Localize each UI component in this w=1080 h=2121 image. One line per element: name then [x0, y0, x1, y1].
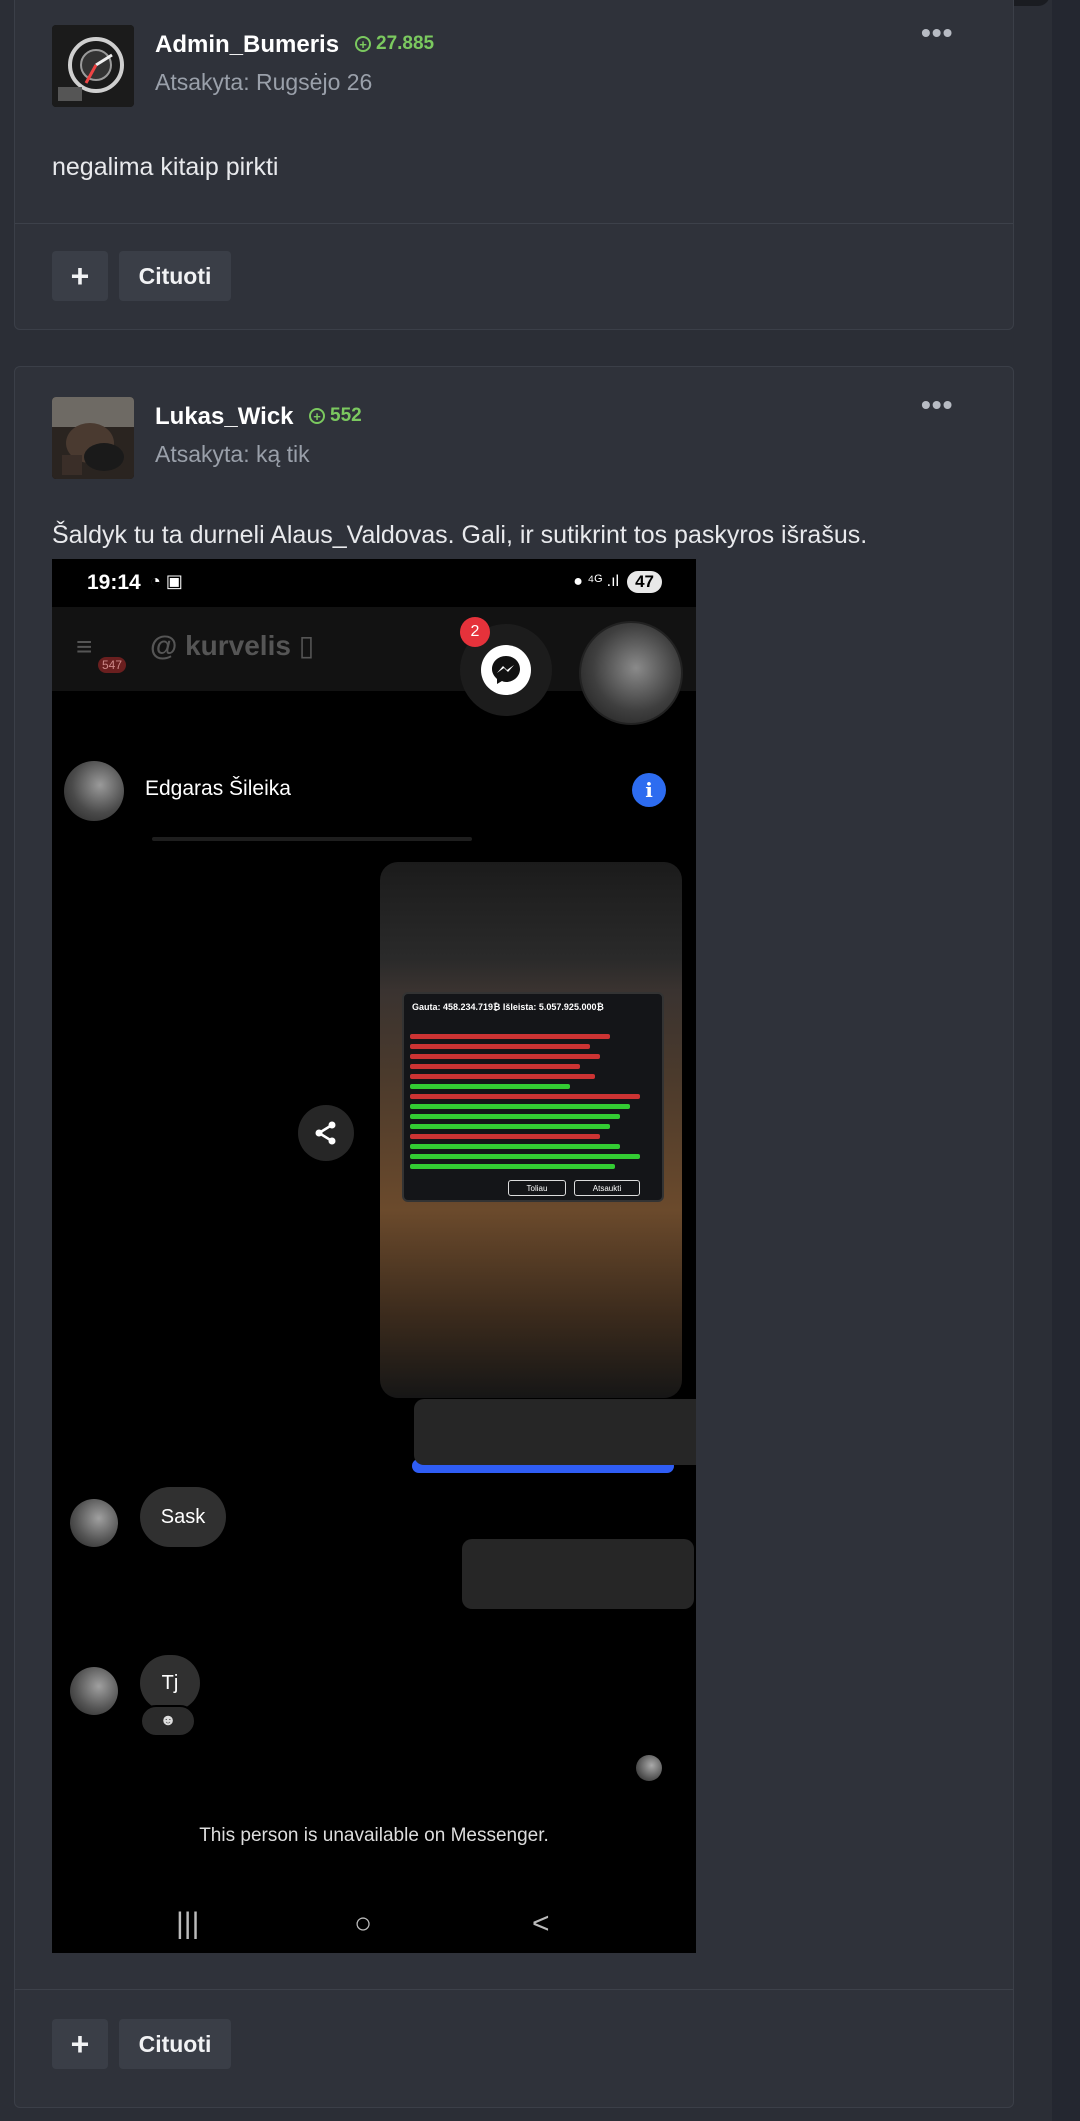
reputation-plus-icon: +: [309, 408, 325, 424]
log-line: [410, 1034, 610, 1039]
add-reaction-icon: ☻: [140, 1705, 196, 1737]
avatar[interactable]: [52, 397, 134, 479]
add-reaction-button[interactable]: +: [52, 251, 108, 301]
back-icon: <: [532, 1907, 550, 1940]
forum-post: Admin_Bumeris + 27.885 Atsakyta: Rugsėjo…: [14, 0, 1014, 330]
reputation: + 27.885: [355, 33, 434, 55]
redacted-message: [414, 1399, 696, 1465]
reputation-value: 27.885: [376, 33, 435, 54]
log-line: [410, 1094, 640, 1099]
signal-icons: ● ⁴ᴳ .ıl: [573, 573, 620, 590]
log-line: [410, 1124, 610, 1129]
post-meta: Atsakyta: ką tik: [155, 441, 310, 467]
message-bubble: Sask: [140, 1487, 226, 1547]
log-line: [410, 1164, 615, 1169]
battery-badge: 47: [627, 571, 662, 593]
status-icons: ◔ ▣: [150, 571, 183, 591]
add-reaction-button[interactable]: +: [52, 2019, 108, 2069]
log-line: [410, 1054, 600, 1059]
log-line: [410, 1154, 640, 1159]
divider: [152, 837, 472, 841]
menu-icon: ≡: [76, 631, 93, 662]
avatar[interactable]: [52, 25, 134, 107]
app-name: @ kurvelis ▯: [150, 630, 315, 661]
divider: [15, 1989, 1013, 1990]
game-cancel-button: Atsaukti: [574, 1180, 640, 1196]
username[interactable]: Admin_Bumeris: [155, 31, 339, 59]
share-icon: [298, 1105, 354, 1161]
message-avatar: [70, 1499, 118, 1547]
reputation-value: 552: [330, 405, 362, 426]
post-text: Šaldyk tu ta durneli Alaus_Valdovas. Gal…: [52, 521, 868, 549]
status-time: 19:14: [87, 571, 141, 594]
home-icon: ○: [354, 1907, 373, 1940]
more-options-icon[interactable]: •••: [921, 389, 953, 421]
post-text: negalima kitaip pirkti: [52, 153, 279, 181]
log-line: [410, 1144, 620, 1149]
divider: [15, 223, 1013, 224]
log-line: [410, 1074, 595, 1079]
log-line: [410, 1044, 590, 1049]
seen-avatar: [636, 1755, 662, 1781]
unavailable-notice: This person is unavailable on Messenger.: [199, 1825, 549, 1846]
username[interactable]: Lukas_Wick: [155, 403, 294, 431]
game-log-header: Gauta: 458.234.719₿ Išleista: 5.057.925.…: [412, 1002, 604, 1012]
more-options-icon[interactable]: •••: [921, 17, 953, 49]
log-line: [410, 1104, 630, 1109]
log-line: [410, 1064, 580, 1069]
contact-name: Edgaras Šileika: [145, 777, 291, 800]
shared-photo: Gauta: 458.234.719₿ Išleista: 5.057.925.…: [380, 862, 682, 1398]
redacted-message: [462, 1539, 694, 1609]
attached-screenshot[interactable]: 19:14 ◔ ▣ ● ⁴ᴳ .ıl 47 ≡ 547 @ kurvelis ▯…: [52, 559, 696, 1953]
log-line: [410, 1134, 600, 1139]
android-nav-bar: ||| ○ <: [52, 1899, 696, 1953]
message-avatar: [70, 1667, 118, 1715]
info-icon: i: [632, 773, 666, 807]
recent-apps-icon: |||: [176, 1907, 200, 1940]
post-meta: Atsakyta: Rugsėjo 26: [155, 69, 373, 95]
messenger-count-badge: 2: [460, 617, 490, 647]
notification-badge: 547: [98, 657, 127, 673]
status-right: ● ⁴ᴳ .ıl 47: [573, 571, 662, 593]
quote-button[interactable]: Cituoti: [119, 251, 231, 301]
game-log-panel: Gauta: 458.234.719₿ Išleista: 5.057.925.…: [402, 992, 664, 1202]
game-next-button: Toliau: [508, 1180, 566, 1196]
message-bubble: Tj: [140, 1655, 200, 1711]
chat-head-avatar: [579, 621, 683, 725]
log-line: [410, 1114, 620, 1119]
forum-post: Lukas_Wick + 552 Atsakyta: ką tik ••• Ša…: [14, 366, 1014, 2108]
reputation-plus-icon: +: [355, 36, 371, 52]
quote-button[interactable]: Cituoti: [119, 2019, 231, 2069]
page-scrollbar[interactable]: [1052, 0, 1080, 2121]
log-line: [410, 1084, 570, 1089]
contact-avatar: [64, 761, 124, 821]
reputation: + 552: [309, 405, 362, 427]
